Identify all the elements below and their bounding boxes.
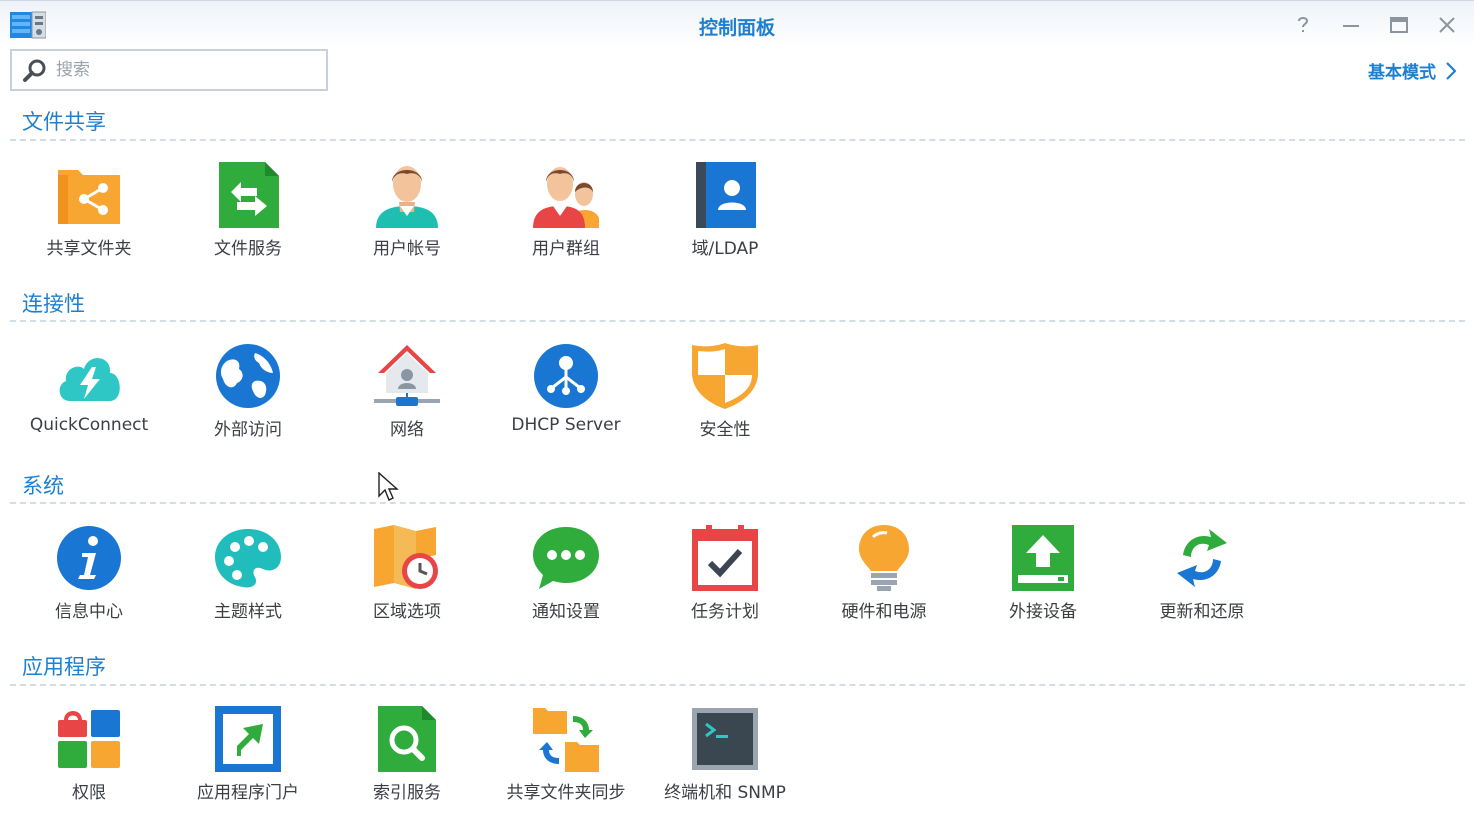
item-label: 任务计划 (691, 602, 759, 622)
item-label: 终端机和 SNMP (664, 783, 786, 803)
palette-icon (215, 529, 281, 588)
network-house-icon (374, 345, 440, 406)
item-terminal-snmp[interactable]: 终端机和 SNMP (650, 706, 800, 818)
item-theme[interactable]: 主题样式 (173, 525, 323, 637)
ldap-icon (696, 162, 756, 228)
item-regional-options[interactable]: 区域选项 (332, 525, 482, 637)
close-icon (1439, 17, 1455, 33)
mouse-cursor-icon (378, 472, 399, 501)
help-icon (1298, 17, 1309, 32)
item-user-group[interactable]: 用户群组 (491, 162, 641, 274)
item-label: 共享文件夹 (46, 239, 132, 259)
item-label: 域/LDAP (691, 239, 759, 259)
item-label: 安全性 (699, 420, 751, 440)
search-box[interactable] (10, 49, 328, 91)
file-services-icon (219, 162, 279, 228)
user-icon (376, 166, 438, 228)
maximize-icon (1390, 17, 1408, 33)
section-title-system: 系统 (22, 474, 64, 498)
info-icon (57, 526, 121, 590)
basic-mode-label: 基本模式 (1368, 63, 1436, 83)
terminal-icon (692, 708, 758, 770)
globe-icon (216, 344, 280, 408)
help-button[interactable] (1289, 11, 1317, 39)
minimize-button[interactable] (1337, 11, 1365, 39)
item-user-account[interactable]: 用户帐号 (332, 162, 482, 274)
item-label: 文件服务 (214, 239, 282, 259)
item-info-center[interactable]: 信息中心 (14, 525, 164, 637)
folder-sync-icon (533, 708, 599, 772)
item-update-restore[interactable]: 更新和还原 (1127, 525, 1277, 637)
chevron-right-icon (1446, 61, 1456, 80)
section-divider (10, 684, 1465, 686)
section-divider (10, 320, 1465, 322)
search-input[interactable] (56, 57, 316, 83)
shared-folder-icon (58, 170, 120, 224)
item-label: 主题样式 (214, 602, 282, 622)
update-restore-icon (1177, 529, 1227, 587)
item-dhcp-server[interactable]: DHCP Server (491, 343, 641, 455)
shield-icon (692, 343, 758, 409)
item-label: 通知设置 (532, 602, 600, 622)
item-indexing-service[interactable]: 索引服务 (332, 706, 482, 818)
item-label: 索引服务 (373, 783, 441, 803)
item-external-access[interactable]: 外部访问 (173, 343, 323, 455)
dhcp-icon (534, 344, 598, 408)
section-title-applications: 应用程序 (22, 655, 106, 679)
map-clock-icon (374, 525, 438, 589)
title-bar: 控制面板 (0, 0, 1474, 48)
minimize-icon (1343, 25, 1359, 27)
item-security[interactable]: 安全性 (650, 343, 800, 455)
app-portal-icon (215, 706, 281, 772)
section-title-connectivity: 连接性 (22, 292, 85, 316)
item-network[interactable]: 网络 (332, 343, 482, 455)
item-notification[interactable]: 通知设置 (491, 525, 641, 637)
external-device-icon (1012, 525, 1074, 591)
section-title-file-sharing: 文件共享 (22, 110, 106, 134)
item-domain-ldap[interactable]: 域/LDAP (650, 162, 800, 274)
basic-mode-link[interactable]: 基本模式 (1368, 58, 1456, 83)
item-label: 用户帐号 (373, 239, 441, 259)
calendar-check-icon (692, 525, 758, 591)
section-divider (10, 502, 1465, 504)
item-external-devices[interactable]: 外接设备 (968, 525, 1118, 637)
item-shared-folder[interactable]: 共享文件夹 (14, 162, 164, 274)
item-label: 更新和还原 (1159, 602, 1245, 622)
window-title: 控制面板 (698, 17, 775, 39)
privileges-icon (58, 710, 120, 768)
quickconnect-icon (59, 358, 120, 401)
item-shared-folder-sync[interactable]: 共享文件夹同步 (491, 706, 641, 818)
lightbulb-icon (859, 525, 909, 591)
item-label: DHCP Server (511, 415, 621, 435)
item-label: 外部访问 (214, 420, 282, 440)
item-label: 应用程序门户 (197, 783, 299, 803)
item-application-portal[interactable]: 应用程序门户 (173, 706, 323, 818)
chat-bubble-icon (533, 527, 599, 589)
item-label: 信息中心 (55, 602, 123, 622)
section-divider (10, 139, 1465, 141)
indexing-icon (378, 706, 436, 772)
item-label: QuickConnect (29, 415, 149, 435)
item-quickconnect[interactable]: QuickConnect (14, 343, 164, 455)
maximize-button[interactable] (1385, 11, 1413, 39)
group-icon (533, 167, 599, 228)
item-label: 用户群组 (532, 239, 600, 259)
item-label: 外接设备 (1009, 602, 1077, 622)
item-label: 网络 (390, 420, 424, 440)
item-label: 共享文件夹同步 (506, 783, 626, 803)
item-label: 权限 (72, 783, 106, 803)
close-button[interactable] (1433, 11, 1461, 39)
item-privileges[interactable]: 权限 (14, 706, 164, 818)
item-task-scheduler[interactable]: 任务计划 (650, 525, 800, 637)
item-label: 硬件和电源 (841, 602, 927, 622)
item-label: 区域选项 (373, 602, 441, 622)
item-hardware-power[interactable]: 硬件和电源 (809, 525, 959, 637)
search-icon (23, 59, 46, 82)
item-file-services[interactable]: 文件服务 (173, 162, 323, 274)
